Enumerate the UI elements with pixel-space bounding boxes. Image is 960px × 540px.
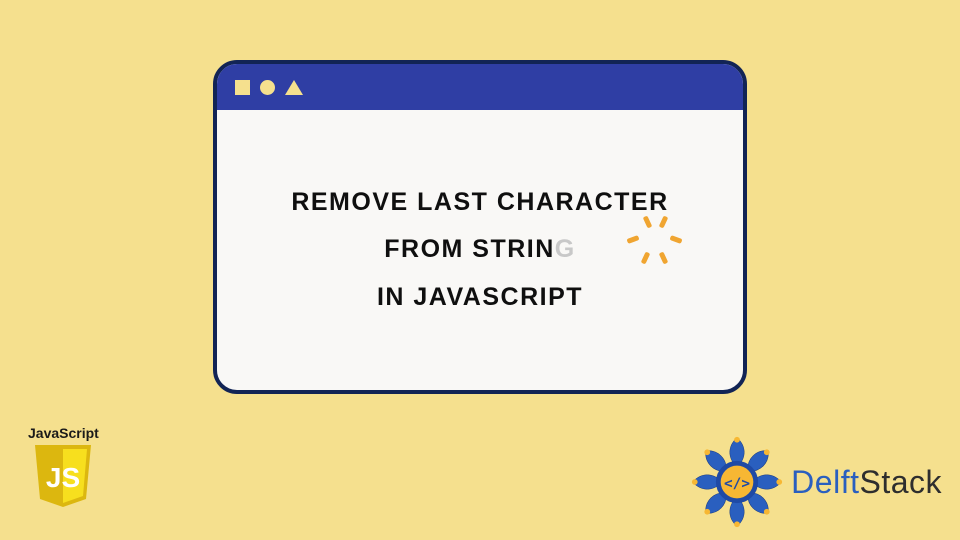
mandala-code-text: </>	[724, 476, 750, 492]
delftstack-logo: </> DelftStack	[689, 434, 942, 530]
js-shield-icon: JS	[32, 443, 94, 509]
javascript-label: JavaScript	[28, 425, 99, 441]
heading-faded-letter: G	[555, 235, 576, 263]
burst-icon	[635, 228, 675, 268]
heading-text: REMOVE LAST CHARACTER FROM STRING IN JAV…	[291, 179, 668, 322]
delftstack-text: DelftStack	[791, 464, 942, 501]
heading-line-2: FROM STRING	[291, 226, 668, 274]
javascript-logo: JavaScript JS	[28, 425, 99, 514]
heading-line-2-prefix: FROM STRIN	[384, 235, 555, 263]
heading-line-3: IN JAVASCRIPT	[291, 274, 668, 322]
triangle-icon	[285, 80, 303, 95]
delft-suffix: Stack	[859, 464, 942, 500]
delft-prefix: Delft	[791, 464, 859, 500]
circle-icon	[260, 80, 275, 95]
heading-line-1: REMOVE LAST CHARACTER	[291, 179, 668, 227]
square-icon	[235, 80, 250, 95]
js-shield-text: JS	[46, 462, 80, 493]
window-content: REMOVE LAST CHARACTER FROM STRING IN JAV…	[217, 110, 743, 390]
window-title-bar	[217, 64, 743, 110]
mandala-icon: </>	[689, 434, 785, 530]
illustration-window: REMOVE LAST CHARACTER FROM STRING IN JAV…	[213, 60, 747, 394]
